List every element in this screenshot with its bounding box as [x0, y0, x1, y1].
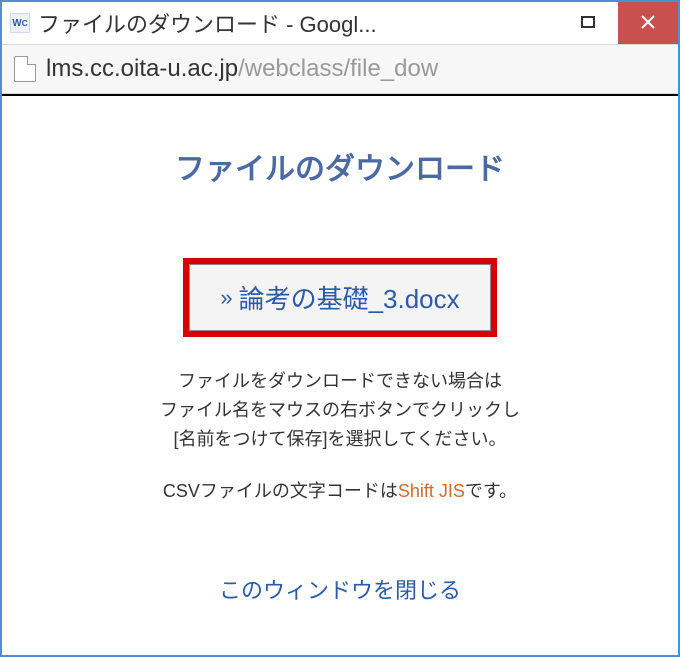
page-content: ファイルのダウンロード » 論考の基礎_3.docx ファイルをダウンロードでき…: [2, 94, 678, 605]
help-line-2: ファイル名をマウスの右ボタンでクリックし: [22, 396, 658, 425]
window-controls: [558, 2, 678, 44]
chevron-right-icon: »: [220, 285, 232, 311]
close-window-button[interactable]: [618, 2, 678, 44]
browser-window: WC ファイルのダウンロード - Googl... lms.cc.oita-u.…: [0, 0, 680, 657]
page-title: ファイルのダウンロード: [22, 144, 658, 188]
file-download-link[interactable]: 論考の基礎_3.docx: [239, 279, 460, 316]
url-domain: lms.cc.oita-u.ac.jp: [46, 55, 238, 82]
maximize-icon: [581, 14, 595, 32]
window-title: ファイルのダウンロード - Googl...: [38, 7, 377, 39]
csv-prefix: CSVファイルの文字コードは: [163, 481, 398, 501]
csv-suffix: です。: [465, 481, 517, 501]
highlight-box: » 論考の基礎_3.docx: [183, 258, 496, 337]
maximize-button[interactable]: [558, 2, 618, 44]
file-download-box: » 論考の基礎_3.docx: [189, 264, 490, 331]
addressbar[interactable]: lms.cc.oita-u.ac.jp/webclass/file_dow: [2, 44, 678, 94]
url-display: lms.cc.oita-u.ac.jp/webclass/file_dow: [46, 55, 438, 83]
url-path: /webclass/file_dow: [238, 55, 438, 82]
favicon-icon: WC: [10, 13, 30, 33]
help-line-3: [名前をつけて保存]を選択してください。: [22, 425, 658, 454]
titlebar[interactable]: WC ファイルのダウンロード - Googl...: [2, 2, 678, 44]
csv-encoding: Shift JIS: [398, 481, 465, 501]
titlebar-left: WC ファイルのダウンロード - Googl...: [2, 7, 377, 39]
csv-note: CSVファイルの文字コードはShift JISです。: [22, 477, 658, 503]
page-icon: [14, 56, 36, 82]
help-text: ファイルをダウンロードできない場合は ファイル名をマウスの右ボタンでクリックし …: [22, 367, 658, 453]
help-line-1: ファイルをダウンロードできない場合は: [22, 367, 658, 396]
close-icon: [640, 14, 656, 33]
close-window-link[interactable]: このウィンドウを閉じる: [219, 573, 461, 605]
